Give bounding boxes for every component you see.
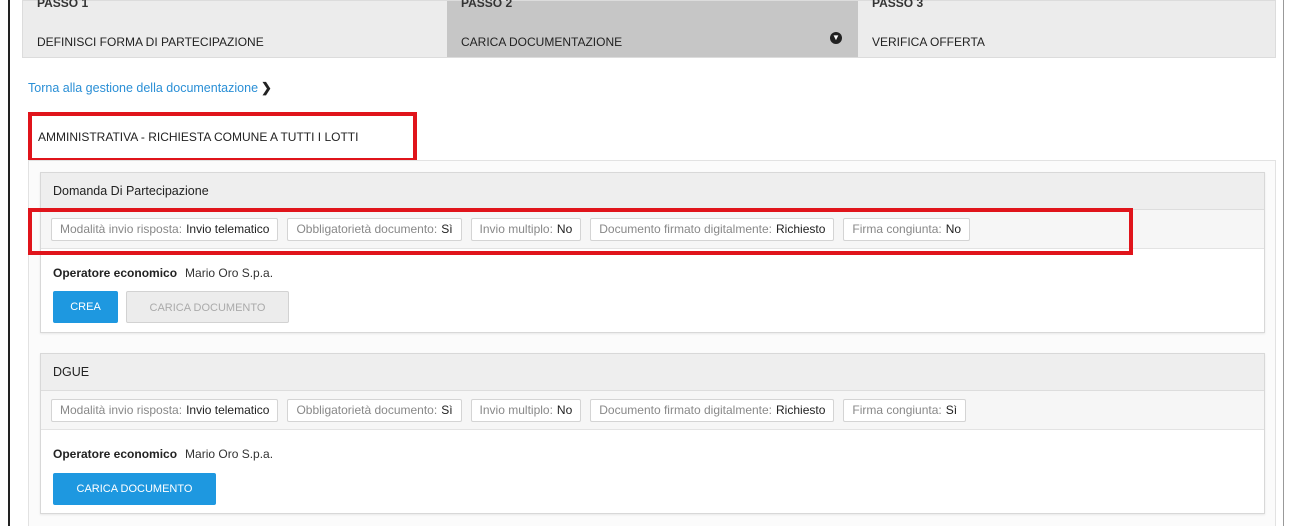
meta-row-highlight <box>28 208 1133 255</box>
operator-value: Mario Oro S.p.a. <box>185 266 274 280</box>
chevron-down-circle-icon: ▼ <box>830 32 842 44</box>
step-name: DEFINISCI FORMA DI PARTECIPAZIONE <box>37 35 264 49</box>
card-title: Domanda Di Partecipazione <box>41 173 1264 210</box>
meta-value: Sì <box>441 403 453 417</box>
meta-value: Richiesto <box>776 403 826 417</box>
card-title: DGUE <box>41 354 1264 391</box>
upload-document-button-disabled: CARICA DOCUMENTO <box>126 291 289 323</box>
meta-key: Obbligatorietà documento: <box>296 403 438 417</box>
meta-key: Modalità invio risposta: <box>60 403 183 417</box>
meta-key: Firma congiunta: <box>852 403 942 417</box>
meta-key: Invio multiplo: <box>479 403 553 417</box>
step-name: CARICA DOCUMENTAZIONE <box>461 35 623 49</box>
step-number: PASSO 2 <box>461 0 513 10</box>
step-2-active[interactable]: PASSO 2 CARICA DOCUMENTAZIONE ▼ <box>447 0 858 57</box>
meta-value: No <box>556 403 573 417</box>
window-left-border <box>8 0 10 526</box>
chevron-right-icon: ❯ <box>261 80 272 95</box>
section-title: AMMINISTRATIVA - RICHIESTA COMUNE A TUTT… <box>38 130 359 144</box>
step-number: PASSO 1 <box>37 0 89 10</box>
upload-document-button[interactable]: CARICA DOCUMENTO <box>53 473 216 505</box>
document-meta-row: Modalità invio risposta: Invio telematico… <box>41 391 1264 430</box>
step-number: PASSO 3 <box>872 0 924 10</box>
back-link-label[interactable]: Torna alla gestione della documentazione <box>28 81 258 95</box>
meta-chip-invio-multiplo: Invio multiplo: No <box>470 399 582 422</box>
stepper: PASSO 1 DEFINISCI FORMA DI PARTECIPAZION… <box>22 0 1276 58</box>
window-right-border <box>1283 0 1284 526</box>
meta-chip-firma-digitale: Documento firmato digitalmente: Richiesto <box>590 399 835 422</box>
meta-value: Sì <box>945 403 958 417</box>
document-card-dgue: DGUE Modalità invio risposta: Invio telem… <box>40 353 1265 514</box>
step-name: VERIFICA OFFERTA <box>872 35 985 49</box>
operator-value: Mario Oro S.p.a. <box>185 447 274 461</box>
meta-key: Documento firmato digitalmente: <box>599 403 773 417</box>
step-3[interactable]: PASSO 3 VERIFICA OFFERTA <box>858 0 1275 57</box>
operator-row: Operatore economico Mario Oro S.p.a. <box>53 447 273 461</box>
operator-label: Operatore economico <box>53 447 178 461</box>
operator-row: Operatore economico Mario Oro S.p.a. <box>53 266 273 280</box>
step-1[interactable]: PASSO 1 DEFINISCI FORMA DI PARTECIPAZION… <box>23 0 447 57</box>
meta-value: Invio telematico <box>186 403 270 417</box>
meta-chip-firma-congiunta: Firma congiunta: Sì <box>843 399 967 422</box>
operator-label: Operatore economico <box>53 266 178 280</box>
back-to-documentation-link[interactable]: Torna alla gestione della documentazione… <box>28 80 272 96</box>
meta-chip-obbligatorieta: Obbligatorietà documento: Sì <box>287 399 462 422</box>
meta-chip-modalita: Modalità invio risposta: Invio telematico <box>51 399 279 422</box>
create-button[interactable]: CREA <box>53 291 118 323</box>
